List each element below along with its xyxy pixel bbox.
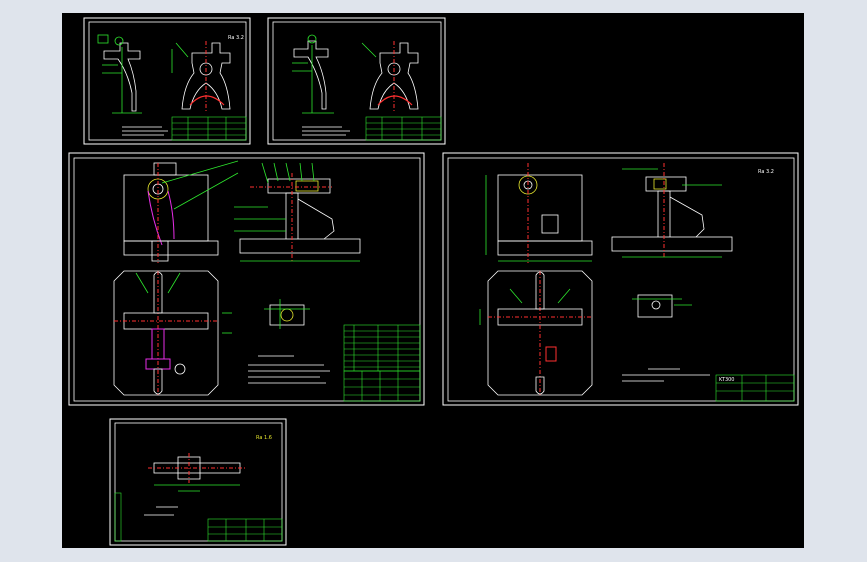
title-block: KT300 [715,374,795,402]
sheet-1[interactable]: Ra 3.2 [83,17,251,145]
roughness-mark: Ra 1.6 [256,435,272,441]
cad-drawing-viewport[interactable]: Ra 3.2 Ra 3.2 KT300 Ra 1.6 [62,13,804,548]
cad-drawing-canvas: Ra 3.2 Ra 3.2 KT300 Ra 1.6 [68,17,799,546]
title-block-code: KT300 [719,377,735,383]
title-block [343,370,421,402]
sheet-4[interactable]: Ra 3.2 KT300 [442,152,799,406]
roughness-mark: Ra 3.2 [758,169,774,175]
title-block [365,116,442,141]
sheet-5[interactable]: Ra 1.6 [109,418,287,546]
parts-list [343,324,421,372]
title-block [207,518,283,542]
roughness-mark: Ra 3.2 [228,35,244,41]
sheet-2[interactable] [267,17,446,145]
title-block [171,116,247,141]
sheet-3[interactable] [68,152,425,406]
